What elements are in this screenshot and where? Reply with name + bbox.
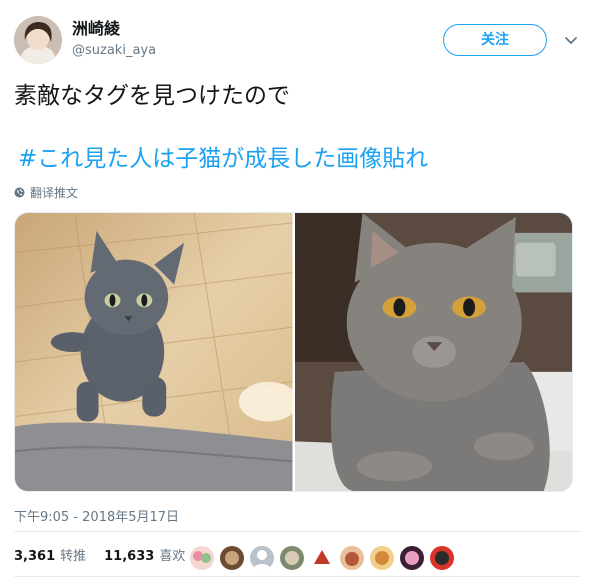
- user-avatar-icon: [14, 16, 62, 64]
- retweet-count-link[interactable]: 3,361 转推: [14, 545, 86, 564]
- tweet-header: 洲崎綾 @suzaki_aya 关注: [14, 16, 581, 68]
- engagement-stats: 3,361 转推 11,633 喜欢: [14, 545, 203, 564]
- retweet-label: 转推: [60, 549, 87, 564]
- kitten-photo[interactable]: [15, 213, 293, 491]
- liker-avatar-3[interactable]: [250, 546, 274, 570]
- like-count-link[interactable]: 11,633 喜欢: [104, 545, 185, 564]
- author-avatar[interactable]: [14, 16, 62, 64]
- liker-avatar-9[interactable]: [430, 546, 454, 570]
- liker-avatar-4[interactable]: [280, 546, 304, 570]
- liker-avatar-8[interactable]: [400, 546, 424, 570]
- hashtag-link[interactable]: #これ見た人は子猫が成長した画像貼れ: [18, 143, 428, 175]
- like-count: 11,633: [104, 549, 155, 564]
- tweet-timestamp[interactable]: 下午9:05 - 2018年5月17日: [14, 506, 179, 525]
- translate-tweet-link[interactable]: 翻译推文: [14, 184, 78, 201]
- media-grid: [14, 212, 573, 492]
- grown-cat-photo[interactable]: [294, 213, 572, 491]
- retweet-count: 3,361: [14, 549, 56, 564]
- globe-icon: [14, 187, 25, 198]
- tweet-text: 素敵なタグを見つけたので: [14, 83, 290, 109]
- translate-label: 翻译推文: [30, 186, 79, 200]
- chevron-down-icon[interactable]: [561, 30, 581, 50]
- liker-avatar-7[interactable]: [370, 546, 394, 570]
- like-label: 喜欢: [159, 549, 186, 564]
- liker-avatars: [190, 546, 454, 570]
- liker-avatar-5[interactable]: [310, 546, 334, 570]
- author-display-name[interactable]: 洲崎綾: [72, 18, 156, 40]
- liker-avatar-2[interactable]: [220, 546, 244, 570]
- follow-button[interactable]: 关注: [443, 24, 547, 56]
- liker-avatar-1[interactable]: [190, 546, 214, 570]
- author-handle[interactable]: @suzaki_aya: [72, 42, 156, 60]
- author-name-block: 洲崎綾 @suzaki_aya: [72, 18, 156, 60]
- stats-top-divider: [14, 531, 581, 532]
- liker-avatar-6[interactable]: [340, 546, 364, 570]
